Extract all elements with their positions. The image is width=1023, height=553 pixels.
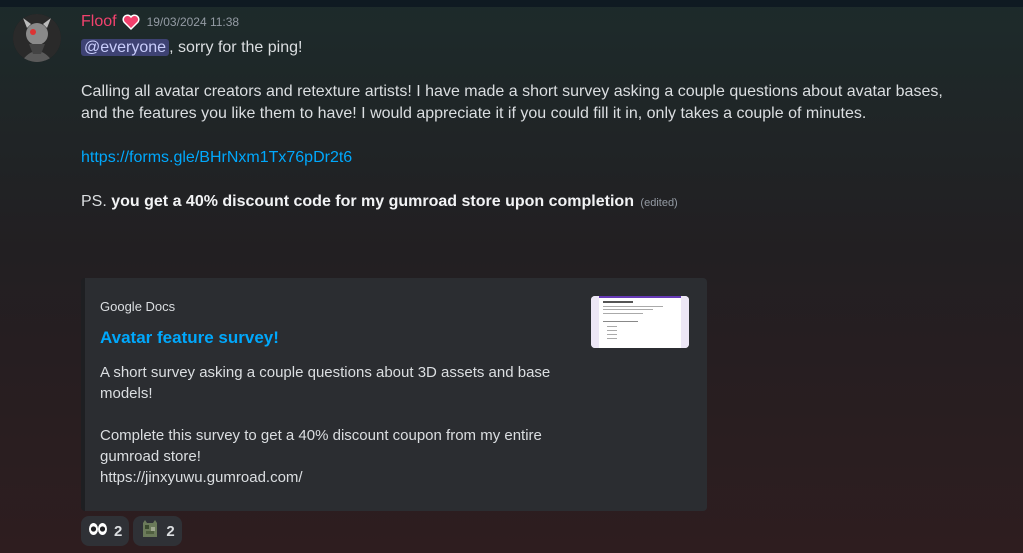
message-paragraph: Calling all avatar creators and retextur… — [81, 83, 943, 122]
avatar-image — [13, 14, 61, 62]
embed-description: A short survey asking a couple questions… — [100, 364, 551, 486]
embed-title[interactable]: Avatar feature survey! — [100, 328, 279, 348]
message-line-1: @everyone, sorry for the ping! — [81, 37, 981, 59]
top-bar — [0, 0, 1023, 7]
ps-bold-text: you get a 40% discount code for my gumro… — [111, 193, 634, 210]
eyes-icon — [88, 521, 108, 541]
line1-rest: , sorry for the ping! — [169, 39, 303, 56]
user-avatar[interactable] — [13, 14, 61, 62]
embed-provider: Google Docs — [100, 299, 176, 314]
reaction-count: 2 — [114, 522, 123, 540]
ps-line: PS. you get a 40% discount code for my g… — [81, 191, 981, 214]
message-header: Floof 19/03/2024 11:38 — [81, 11, 981, 33]
reaction-eyes[interactable]: 2 — [81, 516, 130, 546]
everyone-mention[interactable]: @everyone — [81, 39, 170, 56]
ps-prefix: PS. — [81, 193, 112, 210]
heart-icon[interactable] — [121, 12, 141, 32]
reactions-bar: 2 2 — [81, 516, 182, 546]
link-embed: Google Docs Avatar feature survey! A sho… — [81, 278, 707, 511]
timestamp[interactable]: 19/03/2024 11:38 — [147, 15, 240, 29]
survey-link[interactable]: https://forms.gle/BHrNxm1Tx76pDr2t6 — [81, 147, 981, 169]
reaction-cat[interactable]: 2 — [133, 516, 182, 546]
message: Floof 19/03/2024 11:38 @everyone, sorry … — [81, 11, 981, 214]
reaction-count: 2 — [166, 522, 175, 540]
username[interactable]: Floof — [81, 13, 117, 31]
form-preview-thumbnail[interactable] — [591, 296, 689, 348]
cat-emoji-icon — [140, 519, 160, 543]
edited-label: (edited) — [640, 197, 678, 209]
